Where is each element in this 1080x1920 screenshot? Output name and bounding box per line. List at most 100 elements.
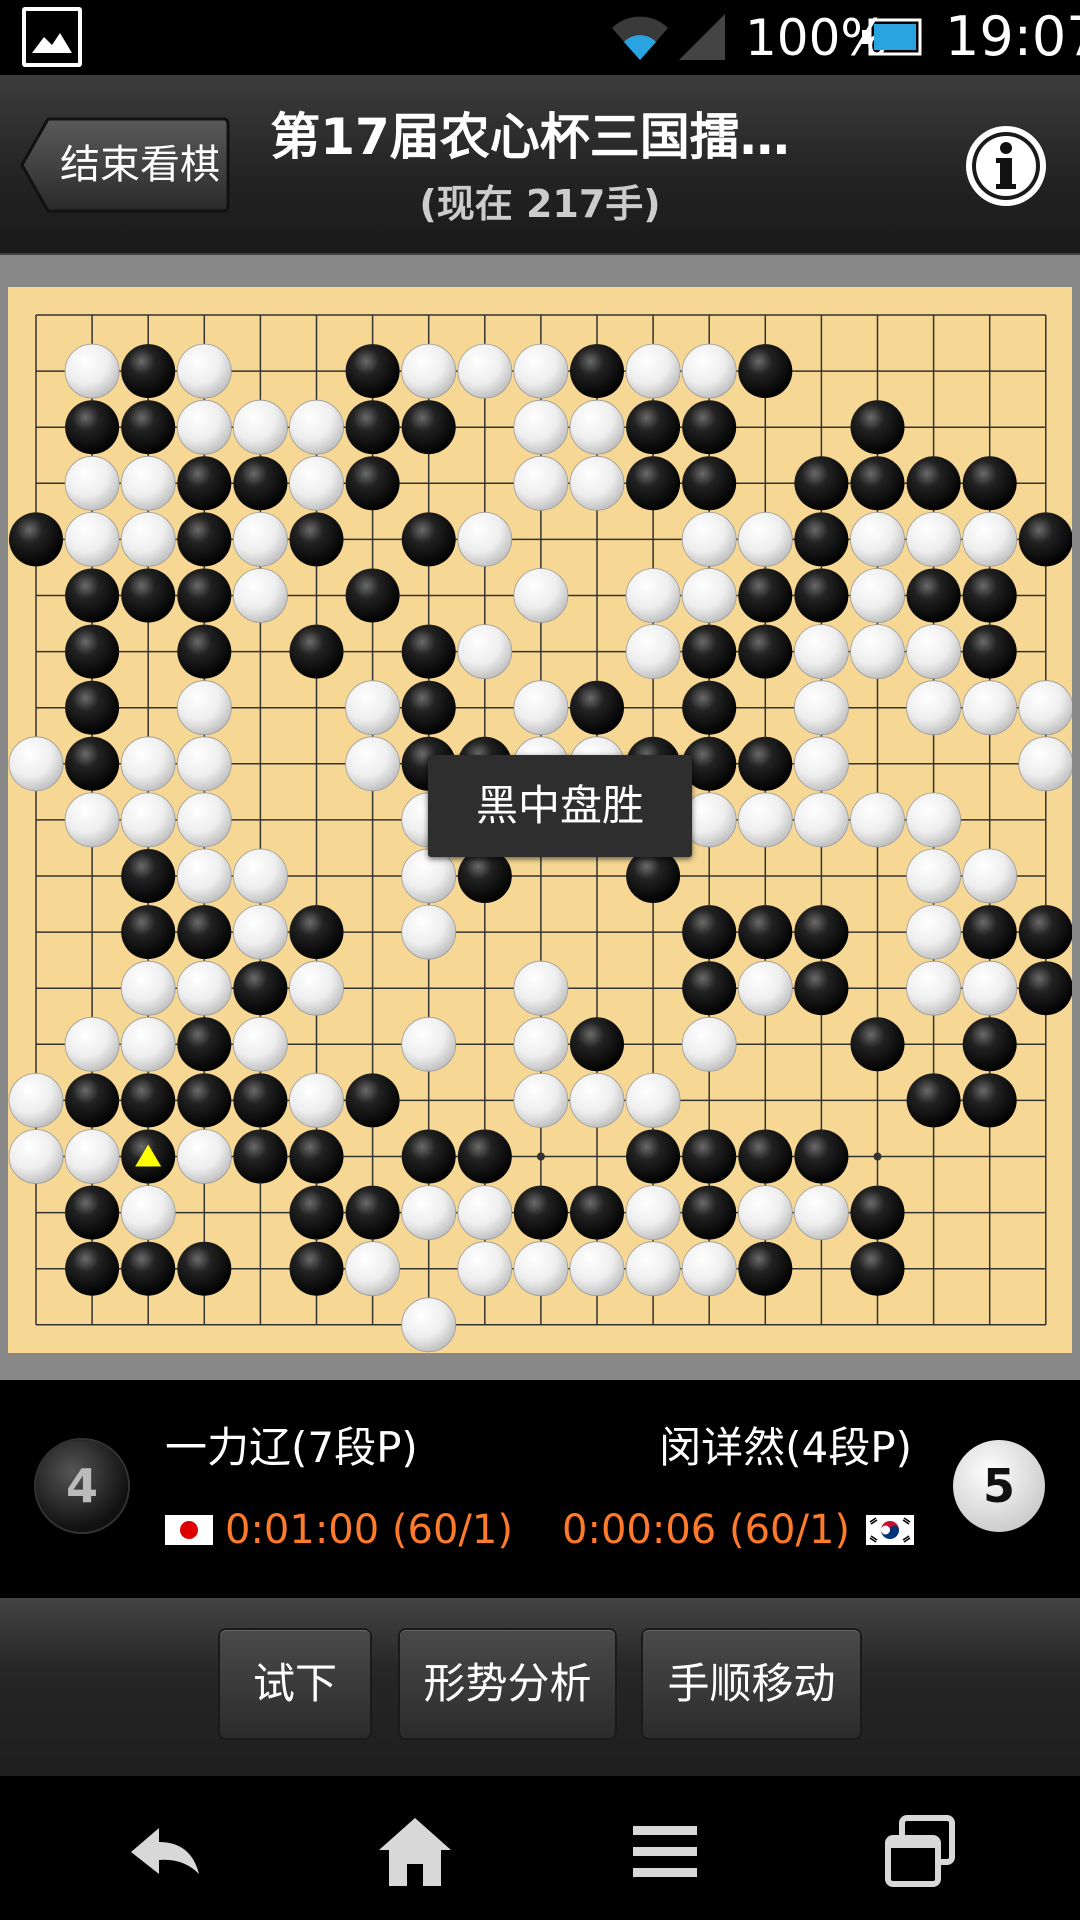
black-stone: [1018, 961, 1072, 1016]
home-icon[interactable]: [375, 1812, 455, 1892]
black-stone: [570, 1185, 624, 1240]
recent-apps-icon[interactable]: [880, 1812, 960, 1892]
board-area: 黑中盘胜: [0, 255, 1080, 1380]
status-bar: 100% 19:07: [0, 0, 1080, 75]
white-stone: [232, 568, 288, 623]
white-stone: [64, 1129, 120, 1184]
white-stone: [681, 511, 737, 567]
white-stone: [906, 511, 961, 567]
black-stone: [121, 849, 176, 903]
white-stone: [232, 904, 288, 960]
gallery-icon: [22, 7, 82, 67]
white-stone: [962, 848, 1018, 904]
black-stone: [626, 1129, 681, 1184]
black-stone: [289, 512, 344, 567]
try-move-button[interactable]: 试下: [220, 1630, 370, 1738]
info-icon[interactable]: [962, 122, 1050, 210]
back-icon[interactable]: [125, 1812, 205, 1892]
black-stone: [65, 400, 120, 455]
white-stone: [569, 1073, 625, 1128]
result-popup: 黑中盘胜: [428, 755, 692, 857]
white-stone: [289, 960, 344, 1016]
black-stone: [906, 456, 961, 511]
black-stone: [121, 905, 176, 960]
star-point: [873, 1152, 882, 1161]
white-stone: [120, 455, 176, 511]
white-stone: [8, 1073, 64, 1128]
clock: 19:07: [945, 5, 1080, 68]
black-stone: [345, 1073, 400, 1128]
white-stone: [457, 343, 513, 399]
black-stone: [794, 961, 849, 1016]
white-stone: [906, 848, 961, 904]
system-nav-bar: [0, 1776, 1080, 1920]
black-stone: [850, 456, 905, 511]
black-stone: [65, 1241, 120, 1296]
black-stone: [738, 736, 793, 791]
black-stone: [738, 344, 793, 399]
white-stone: [681, 568, 737, 623]
black-stone: [345, 456, 400, 511]
white-stone: [962, 960, 1018, 1016]
black-stone: [906, 568, 961, 623]
white-stone: [401, 848, 457, 904]
players-panel: 4 一力辽(7段P) 0:01:00 (60/1) 闵详然(4段P) 0:00:…: [0, 1380, 1080, 1598]
black-stone: [65, 1073, 120, 1128]
white-stone: [401, 1016, 457, 1072]
white-stone: [962, 511, 1018, 567]
black-stone: [177, 905, 232, 960]
white-stone: [1018, 736, 1072, 792]
white-stone: [457, 1185, 513, 1240]
black-stone: [401, 680, 456, 735]
white-stone: [737, 511, 793, 567]
white-stone: [176, 848, 232, 904]
white-stone: [176, 736, 232, 792]
white-stone: [1018, 680, 1072, 736]
white-stone: [794, 1185, 849, 1240]
black-stone: [626, 456, 681, 511]
black-stone: [289, 1185, 344, 1240]
end-viewing-button[interactable]: 结束看棋: [20, 115, 230, 215]
black-stone: [962, 1017, 1017, 1072]
white-stone: [681, 343, 737, 399]
black-stone: [626, 849, 681, 903]
black-stone: [906, 1073, 961, 1128]
white-stone: [850, 624, 905, 680]
black-stone: [233, 1129, 288, 1184]
battery-icon: [862, 18, 922, 56]
black-stone: [962, 905, 1017, 960]
white-stone: [850, 792, 905, 848]
black-stone: [289, 624, 344, 679]
white-stone: [794, 624, 849, 680]
result-text: 黑中盘胜: [475, 781, 644, 830]
white-stone: [513, 568, 569, 623]
white-stone: [906, 792, 961, 848]
black-stone: [401, 512, 456, 567]
black-stone: [794, 568, 849, 623]
white-stone: [681, 1241, 737, 1297]
black-stone: [65, 736, 120, 791]
black-stone: [65, 680, 120, 735]
white-stone: [120, 960, 176, 1016]
position-analysis-button[interactable]: 形势分析: [400, 1630, 615, 1738]
black-stone: [65, 624, 120, 679]
white-stone: [569, 1241, 625, 1297]
white-stone: [737, 792, 793, 848]
black-stone: [682, 905, 737, 960]
black-stone: [289, 1129, 344, 1184]
black-stone: [962, 1073, 1017, 1128]
white-stone: [794, 680, 849, 736]
move-sequence-button[interactable]: 手顺移动: [643, 1630, 860, 1738]
menu-icon[interactable]: [625, 1812, 705, 1892]
white-stone: [232, 1016, 288, 1072]
white-stone: [850, 568, 905, 623]
white-stone: [513, 960, 569, 1016]
black-stone: [850, 400, 905, 455]
white-stone: [176, 1129, 232, 1184]
black-stone: [457, 1129, 512, 1184]
black-stone: [738, 905, 793, 960]
japan-flag-icon: [165, 1515, 213, 1545]
white-stone: [906, 624, 961, 680]
black-stone: [738, 568, 793, 623]
black-stone: [177, 456, 232, 511]
